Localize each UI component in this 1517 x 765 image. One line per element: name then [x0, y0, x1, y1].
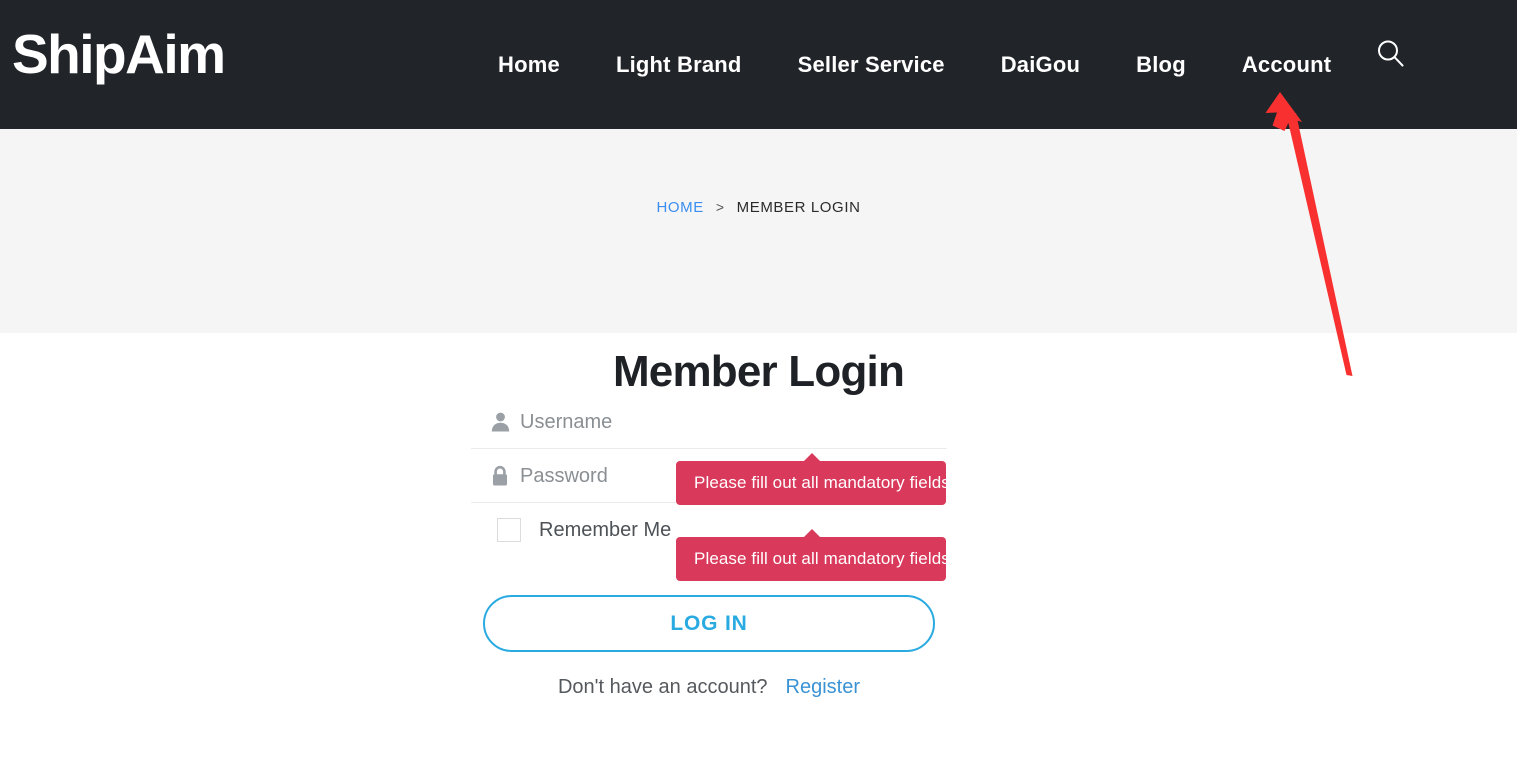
page-root: ShipAim Home Light Brand Seller Service …	[0, 0, 1517, 765]
remember-validation-tooltip: Please fill out all mandatory fields	[676, 529, 950, 581]
user-icon	[489, 411, 511, 433]
username-input[interactable]	[471, 395, 947, 448]
remember-me-label[interactable]: Remember Me	[539, 519, 671, 542]
register-prompt-text: Don't have an account?	[557, 676, 768, 698]
main-navigation: Home Light Brand Seller Service DaiGou B…	[470, 0, 1359, 129]
nav-item-account[interactable]: Account	[1214, 0, 1359, 129]
register-link[interactable]: Register	[786, 676, 860, 698]
breadcrumb: HOME > MEMBER LOGIN	[0, 199, 1517, 216]
breadcrumb-home[interactable]: HOME	[656, 199, 703, 216]
password-validation-tooltip: Please fill out all mandatory fields	[676, 453, 950, 505]
site-header: ShipAim Home Light Brand Seller Service …	[0, 0, 1517, 129]
nav-item-blog[interactable]: Blog	[1108, 0, 1214, 129]
page-title: Member Login	[612, 347, 905, 396]
nav-item-light-brand[interactable]: Light Brand	[588, 0, 770, 129]
search-icon[interactable]	[1374, 37, 1407, 70]
login-button[interactable]: LOG IN	[483, 595, 935, 652]
breadcrumb-separator-icon: >	[715, 199, 725, 215]
nav-item-seller-service[interactable]: Seller Service	[770, 0, 973, 129]
hero-band: HOME > MEMBER LOGIN Member Login	[0, 129, 1517, 396]
brand-logo[interactable]: ShipAim	[12, 14, 226, 94]
nav-item-daigou[interactable]: DaiGou	[973, 0, 1108, 129]
breadcrumb-current: MEMBER LOGIN	[736, 199, 861, 216]
nav-item-home[interactable]: Home	[470, 0, 588, 129]
lock-icon	[489, 465, 511, 487]
register-row: Don't have an account? Register	[471, 676, 947, 699]
username-field-row	[471, 395, 947, 449]
remember-me-checkbox[interactable]	[497, 518, 521, 542]
